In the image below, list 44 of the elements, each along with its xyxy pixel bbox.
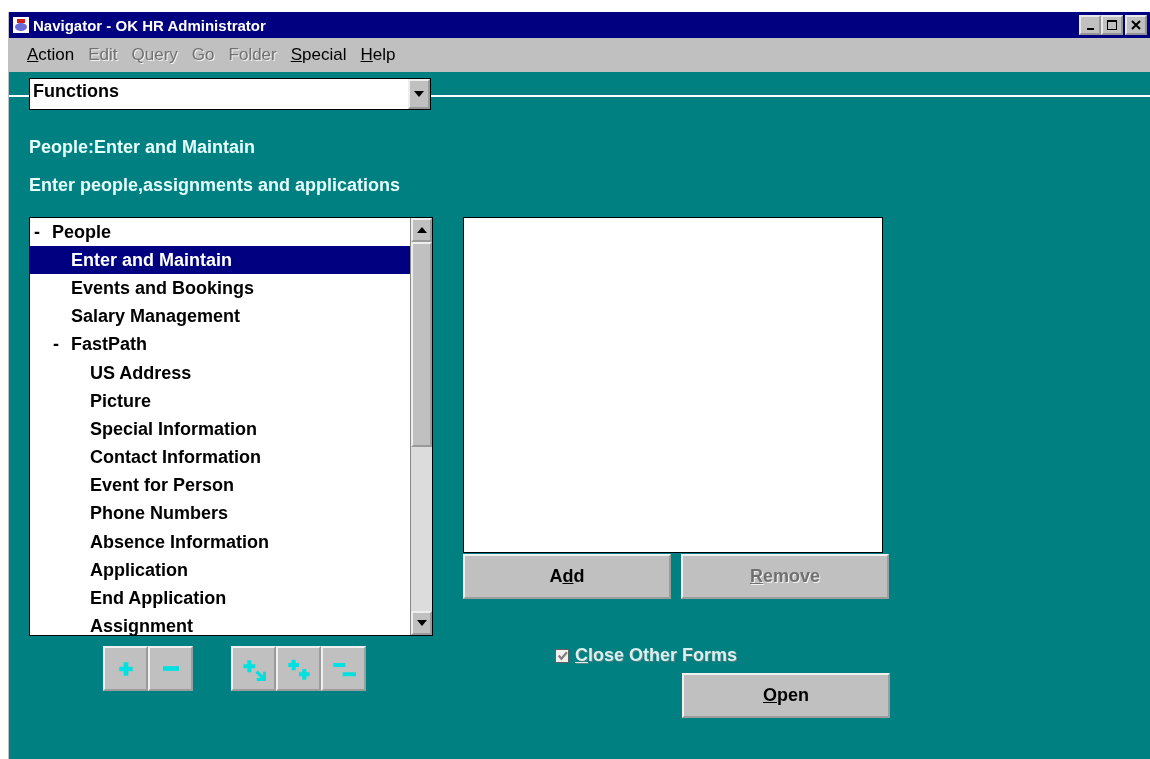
- window-title: Navigator - OK HR Administrator: [33, 16, 267, 34]
- tree-item[interactable]: FastPath: [71, 334, 148, 356]
- functions-dropdown[interactable]: Functions: [29, 78, 431, 110]
- tree-item[interactable]: Phone Numbers: [90, 503, 229, 525]
- menu-item[interactable]: Special: [290, 45, 347, 65]
- form-description: Enter people,assignments and applications: [29, 175, 401, 196]
- maximize-button[interactable]: [1101, 15, 1123, 35]
- scroll-up-icon: [416, 227, 427, 233]
- collapse-toggle[interactable]: -: [34, 221, 52, 243]
- tree-item[interactable]: End Application: [90, 588, 227, 610]
- open-button[interactable]: Open: [682, 673, 890, 718]
- tree-item[interactable]: Application: [90, 559, 188, 581]
- tree-tool-button[interactable]: [148, 646, 193, 691]
- tree-item[interactable]: Salary Management: [71, 306, 241, 328]
- tree-tool-button[interactable]: [276, 646, 321, 691]
- add-button[interactable]: Add: [463, 554, 671, 599]
- tree-item[interactable]: Event for Person: [90, 475, 235, 497]
- checkbox-label[interactable]: Close Other Forms: [575, 645, 738, 666]
- minimize-icon: [1086, 28, 1094, 30]
- minimize-button[interactable]: [1079, 15, 1101, 35]
- scroll-thumb[interactable]: [411, 242, 432, 447]
- tree-item[interactable]: Picture: [90, 390, 152, 412]
- caret-icon: [414, 91, 424, 97]
- tree-tool-button[interactable]: [103, 646, 148, 691]
- scroll-down-icon: [416, 620, 427, 626]
- menu-item[interactable]: Action: [27, 45, 75, 65]
- tree-item[interactable]: People: [52, 221, 112, 243]
- checkbox[interactable]: [555, 648, 569, 663]
- app-icon: [12, 16, 30, 34]
- form-heading: People:Enter and Maintain: [29, 137, 256, 158]
- maximize-icon: [1106, 19, 1118, 31]
- scrollbar[interactable]: [410, 218, 432, 635]
- tree-item[interactable]: US Address: [90, 362, 192, 384]
- tree-tool-button[interactable]: [321, 646, 366, 691]
- tree-item[interactable]: Events and Bookings: [71, 277, 255, 299]
- close-icon: [1130, 19, 1142, 31]
- tree-tool-button[interactable]: [231, 646, 276, 691]
- collapse-toggle[interactable]: -: [53, 334, 71, 356]
- tree-item[interactable]: Absence Information: [90, 531, 270, 553]
- menu-item[interactable]: Help: [360, 45, 396, 65]
- tree-item[interactable]: Special Information: [90, 418, 258, 440]
- tree-item[interactable]: Contact Information: [90, 447, 261, 469]
- close-button[interactable]: [1125, 15, 1147, 35]
- minus-icon: [162, 666, 179, 671]
